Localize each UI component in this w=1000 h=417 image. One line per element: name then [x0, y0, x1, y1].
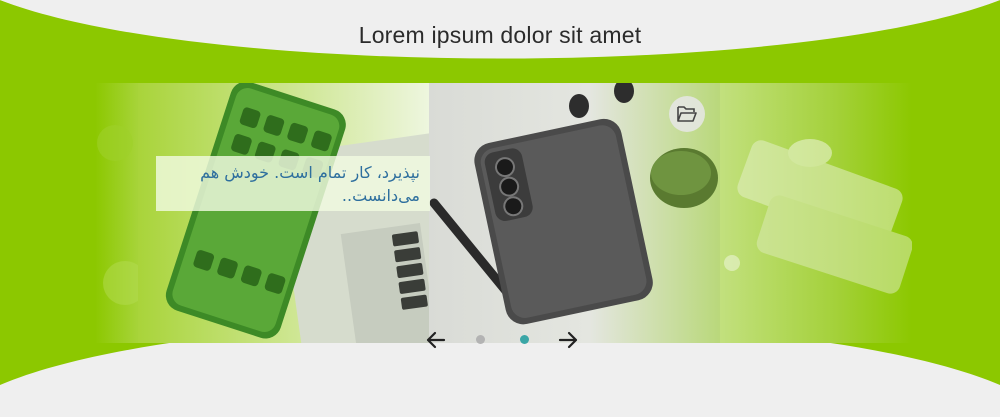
folder-open-icon	[677, 106, 697, 122]
folder-open-button[interactable]	[669, 96, 705, 132]
slider-dot-1[interactable]	[476, 335, 485, 344]
slide-far-left[interactable]	[95, 83, 140, 343]
prev-slide-button[interactable]	[422, 326, 450, 354]
slide-phone-laptop[interactable]	[138, 83, 430, 343]
arrow-left-icon	[426, 331, 446, 349]
arrow-right-icon	[558, 331, 578, 349]
page-title: Lorem ipsum dolor sit amet	[358, 22, 642, 48]
slide-tablet[interactable]	[720, 83, 912, 343]
slider-dot-2-active[interactable]	[520, 335, 529, 344]
next-slide-button[interactable]	[554, 326, 582, 354]
slide-caption: نپذیرد، کار تمام است. خودش هم می‌دانست..	[156, 156, 430, 211]
